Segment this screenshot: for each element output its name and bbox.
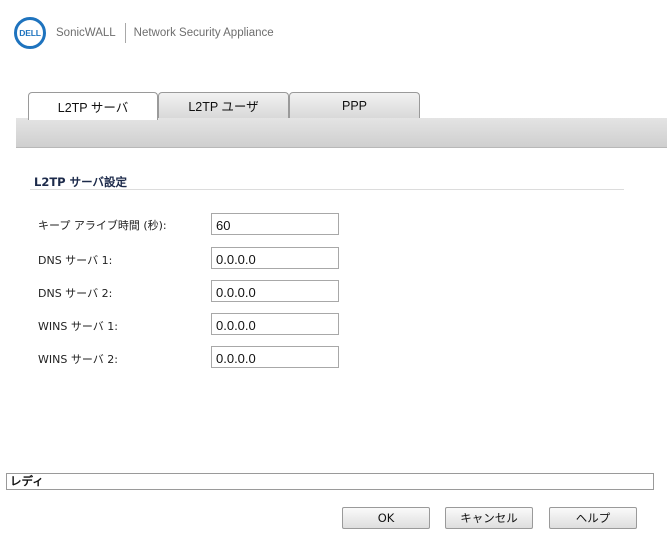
brand-name: SonicWALL [56,27,116,39]
tab-ppp[interactable]: PPP [289,92,420,118]
wins-server-2-label: WINS サーバ 2: [38,353,118,366]
tab-l2tp-server[interactable]: L2TP サーバ [28,92,158,120]
l2tp-server-dialog: DELL SonicWALL Network Security Applianc… [0,0,667,535]
dns-server-2-input[interactable] [211,280,339,302]
status-text: レディ [10,474,44,488]
tab-label: PPP [341,98,367,113]
help-button[interactable]: ヘルプ [549,507,637,529]
header-divider [124,23,126,43]
cancel-button[interactable]: キャンセル [445,507,533,529]
dell-logo-text: DELL [19,28,41,38]
tab-label: L2TP サーバ [57,101,129,115]
header: DELL SonicWALL Network Security Applianc… [14,17,274,49]
tab-label: L2TP ユーザ [188,100,259,114]
keep-alive-label: キープ アライブ時間 (秒): [38,219,167,232]
wins-server-1-input[interactable] [211,313,339,335]
tab-strip [16,118,667,148]
tab-l2tp-user[interactable]: L2TP ユーザ [158,92,289,118]
section-title: L2TP サーバ設定 [34,175,127,189]
dns-server-1-input[interactable] [211,247,339,269]
dell-logo: DELL [14,17,46,49]
product-name: Network Security Appliance [133,27,274,39]
keep-alive-input[interactable] [211,213,339,235]
status-bar: レディ [6,473,654,490]
wins-server-2-input[interactable] [211,346,339,368]
wins-server-1-label: WINS サーバ 1: [38,320,118,333]
section-divider [30,189,624,190]
dns-server-2-label: DNS サーバ 2: [38,287,113,300]
dns-server-1-label: DNS サーバ 1: [38,254,113,267]
ok-button[interactable]: OK [342,507,430,529]
